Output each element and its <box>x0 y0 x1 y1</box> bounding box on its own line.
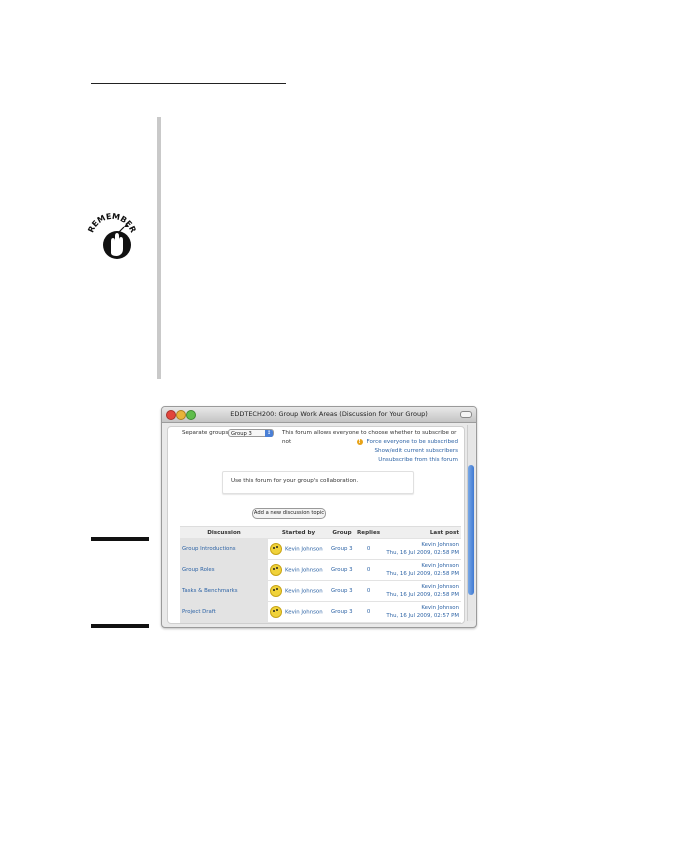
top-rule <box>91 83 286 84</box>
last-post-date-link[interactable]: Thu, 16 Jul 2009, 02:57 PM <box>384 612 459 620</box>
last-post-author-link[interactable]: Kevin Johnson <box>384 541 459 549</box>
started-by-cell: Kevin Johnson <box>268 559 329 581</box>
replies-count: 0 <box>355 538 383 560</box>
discussion-link[interactable]: Group Introductions <box>180 538 268 560</box>
unsubscribe-link[interactable]: Unsubscribe from this forum <box>378 456 458 465</box>
group-link[interactable]: Group 3 <box>329 559 355 581</box>
force-subscribe-label: Force everyone to be subscribed <box>366 439 458 445</box>
table-row: Communication with InstructorKevin Johns… <box>180 622 461 623</box>
col-started-by[interactable]: Started by <box>268 526 329 539</box>
discussion-link[interactable]: Communication with Instructor <box>180 622 268 623</box>
discussion-link[interactable]: Project Draft <box>180 601 268 623</box>
started-by-cell: Kevin Johnson <box>268 580 329 602</box>
started-by-cell: Kevin Johnson <box>268 601 329 623</box>
add-discussion-button[interactable]: Add a new discussion topic <box>252 508 326 519</box>
window-titlebar: EDDTECH200: Group Work Areas (Discussion… <box>162 407 476 423</box>
last-post-cell: Kevin Johnson Thu, 16 Jul 2009, 02:57 PM <box>382 601 461 623</box>
last-post-date-link[interactable]: Thu, 16 Jul 2009, 02:58 PM <box>384 549 459 557</box>
user-avatar-icon[interactable] <box>270 585 282 597</box>
discussion-link[interactable]: Tasks & Benchmarks <box>180 580 268 602</box>
started-by-link[interactable]: Kevin Johnson <box>285 589 323 595</box>
last-post-cell: Kevin Johnson Thu, 16 Jul 2009, 02:58 PM <box>382 538 461 560</box>
table-row: Project Draft Kevin Johnson Group 3 0 Kevin … <box>180 601 461 623</box>
sidebar-rule <box>157 117 161 379</box>
discussion-link[interactable]: Group Roles <box>180 559 268 581</box>
last-post-author-link[interactable]: Kevin Johnson <box>384 562 459 570</box>
window-title: EDDTECH200: Group Work Areas (Discussion… <box>230 410 428 418</box>
replies-count: 0 <box>355 622 383 623</box>
last-post-cell: Kevin Johnson Thu, 16 Jul 2009, 02:58 PM <box>382 580 461 602</box>
col-discussion[interactable]: Discussion <box>180 526 268 539</box>
col-replies[interactable]: Replies <box>355 526 383 539</box>
table-row: Group Introductions Kevin Johnson Group 30… <box>180 538 461 560</box>
group-link[interactable]: Group 3 <box>329 580 355 602</box>
zoom-window-icon[interactable] <box>186 410 196 420</box>
group-select[interactable]: Group 3 ↕ <box>228 429 274 437</box>
remember-label: REMEMBER <box>86 212 137 234</box>
group-select-value: Group 3 <box>231 431 252 437</box>
group-link[interactable]: Group 3 <box>329 622 355 623</box>
minimize-window-icon[interactable] <box>176 410 186 420</box>
user-avatar-icon[interactable] <box>270 543 282 555</box>
last-post-cell: Kevin JohnsonThu, 16 Jul 2009, 02:56 PM <box>382 622 461 623</box>
margin-rule-top <box>91 537 149 541</box>
user-avatar-icon[interactable] <box>270 564 282 576</box>
scrollbar-thumb[interactable] <box>468 465 474 595</box>
warning-icon: ! <box>356 438 363 445</box>
forum-intro-text: Use this forum for your group's collabor… <box>231 478 359 484</box>
margin-rule-bottom <box>91 624 149 628</box>
browser-window: EDDTECH200: Group Work Areas (Discussion… <box>161 406 477 628</box>
started-by-link[interactable]: Kevin Johnson <box>285 547 323 553</box>
forum-page: Separate groups Group 3 ↕ This forum all… <box>167 426 465 624</box>
user-avatar-icon[interactable] <box>270 606 282 618</box>
last-post-author-link[interactable]: Kevin Johnson <box>384 604 459 612</box>
started-by-cell: Kevin Johnson <box>268 538 329 560</box>
groups-label: Separate groups <box>182 430 229 436</box>
toolbar-toggle-icon[interactable] <box>460 411 472 418</box>
last-post-cell: Kevin Johnson Thu, 16 Jul 2009, 02:58 PM <box>382 559 461 581</box>
replies-count: 0 <box>355 559 383 581</box>
select-arrows-icon: ↕ <box>265 430 273 437</box>
last-post-date-link[interactable]: Thu, 16 Jul 2009, 02:58 PM <box>384 570 459 578</box>
table-row: Group Roles Kevin Johnson Group 3 0 Kevin Jo… <box>180 559 461 581</box>
show-subscribers-link[interactable]: Show/edit current subscribers <box>374 447 458 456</box>
col-last-post[interactable]: Last post <box>382 526 461 539</box>
replies-count: 0 <box>355 601 383 623</box>
group-link[interactable]: Group 3 <box>329 538 355 560</box>
vertical-scrollbar[interactable] <box>467 425 475 621</box>
svg-text:REMEMBER: REMEMBER <box>86 212 137 234</box>
replies-count: 0 <box>355 580 383 602</box>
table-row: Tasks & Benchmarks Kevin Johnson Group 30K… <box>180 580 461 602</box>
group-link[interactable]: Group 3 <box>329 601 355 623</box>
table-header-row: Discussion Started by Group Replies Last… <box>180 526 461 539</box>
force-subscribe-link[interactable]: ! Force everyone to be subscribed <box>356 438 458 447</box>
started-by-link[interactable]: Kevin Johnson <box>285 568 323 574</box>
forum-intro-box: Use this forum for your group's collabor… <box>222 471 414 494</box>
remember-icon: REMEMBER <box>86 212 138 259</box>
close-window-icon[interactable] <box>166 410 176 420</box>
last-post-date-link[interactable]: Thu, 16 Jul 2009, 02:58 PM <box>384 591 459 599</box>
discussion-table: Discussion Started by Group Replies Last… <box>180 526 461 623</box>
col-group[interactable]: Group <box>329 526 355 539</box>
started-by-cell: Kevin Johnson <box>268 622 329 623</box>
last-post-author-link[interactable]: Kevin Johnson <box>384 583 459 591</box>
started-by-link[interactable]: Kevin Johnson <box>285 610 323 616</box>
